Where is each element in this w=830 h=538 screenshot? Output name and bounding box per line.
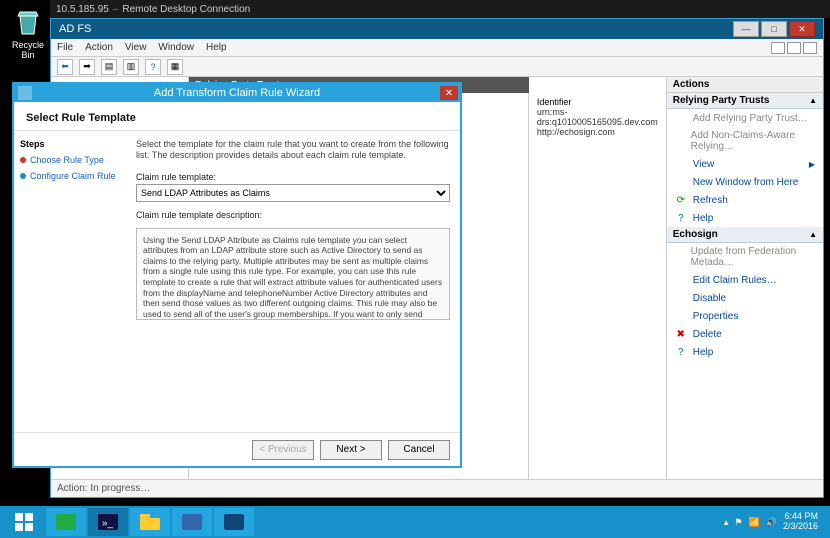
action-add-nc[interactable]: Add Non-Claims-Aware Relying… [667, 127, 823, 155]
status-text: Action: In progress… [57, 483, 150, 494]
tray-flag-icon[interactable]: ⚑ [734, 517, 742, 528]
step-configure-claim-rule[interactable]: Configure Claim Rule [20, 171, 120, 181]
action-delete[interactable]: ✖Delete [667, 325, 823, 343]
cancel-button[interactable]: Cancel [388, 440, 450, 460]
refresh-icon: ⟳ [675, 194, 687, 206]
action-edit-claims[interactable]: Edit Claim Rules… [667, 271, 823, 289]
menu-help[interactable]: Help [206, 42, 227, 53]
action-help-2[interactable]: ?Help [667, 343, 823, 361]
wizard-titlebar[interactable]: Add Transform Claim Rule Wizard ✕ [14, 84, 460, 102]
step-choose-rule-type[interactable]: Choose Rule Type [20, 155, 120, 165]
recycle-bin[interactable]: Recycle Bin [6, 6, 50, 60]
tray-sound-icon[interactable]: 🔊 [766, 517, 777, 528]
template-label: Claim rule template: [136, 172, 450, 182]
svg-text:»_: »_ [102, 518, 114, 529]
menu-view[interactable]: View [125, 42, 147, 53]
nav-back-button[interactable]: ⬅ [57, 59, 73, 75]
mdi-min-button[interactable] [771, 42, 785, 54]
task-explorer[interactable] [130, 508, 170, 536]
toolbar-help-button[interactable]: ? [145, 59, 161, 75]
identifier-value-1: urn:ms-drs:q1010005165095.dev.com [537, 107, 658, 127]
actions-header: Actions [667, 77, 823, 93]
system-tray[interactable]: ▴ ⚑ 📶 🔊 6:44 PM 2/3/2016 [724, 512, 826, 532]
action-refresh[interactable]: ⟳Refresh [667, 191, 823, 209]
next-button[interactable]: Next > [320, 440, 382, 460]
wizard-icon [18, 86, 32, 100]
claim-rule-wizard: Add Transform Claim Rule Wizard ✕ Select… [12, 82, 462, 468]
toolbar-button-2[interactable]: ▥ [123, 59, 139, 75]
template-select[interactable]: Send LDAP Attributes as Claims [136, 184, 450, 202]
step-pending-icon [20, 173, 26, 179]
start-button[interactable] [4, 508, 44, 536]
actions-section-echosign[interactable]: Echosign▲ [667, 227, 823, 243]
recycle-bin-icon [12, 6, 44, 38]
mdi-close-button[interactable] [803, 42, 817, 54]
collapse-icon: ▲ [809, 96, 817, 105]
chevron-right-icon: ▶ [809, 160, 815, 169]
wizard-steps: Steps Choose Rule Type Configure Claim R… [14, 131, 126, 432]
mdi-restore-button[interactable] [787, 42, 801, 54]
wizard-close-button[interactable]: ✕ [440, 86, 458, 100]
collapse-icon: ▲ [809, 230, 817, 239]
close-button[interactable]: ✕ [789, 21, 815, 37]
desc-label: Claim rule template description: [136, 210, 450, 220]
tray-up-icon[interactable]: ▴ [724, 517, 729, 528]
template-description: Using the Send LDAP Attribute as Claims … [136, 228, 450, 320]
task-server-manager[interactable] [46, 508, 86, 536]
menubar: File Action View Window Help [51, 39, 823, 57]
task-powershell[interactable]: »_ [88, 508, 128, 536]
taskbar: »_ ▴ ⚑ 📶 🔊 6:44 PM 2/3/2016 [0, 506, 830, 538]
menu-action[interactable]: Action [85, 42, 113, 53]
step-active-icon [20, 157, 26, 163]
toolbar-button-3[interactable]: ▦ [167, 59, 183, 75]
action-help[interactable]: ?Help [667, 209, 823, 227]
wizard-title-text: Add Transform Claim Rule Wizard [154, 87, 320, 99]
identifier-value-2: http://echosign.com [537, 127, 658, 137]
previous-button: < Previous [252, 440, 314, 460]
task-app-1[interactable] [172, 508, 212, 536]
adfs-title-text: AD FS [59, 23, 91, 35]
wizard-intro: Select the template for the claim rule t… [136, 139, 450, 162]
minimize-button[interactable]: — [733, 21, 759, 37]
actions-section-rpt[interactable]: Relying Party Trusts▲ [667, 93, 823, 109]
action-view[interactable]: View▶ [667, 155, 823, 173]
menu-file[interactable]: File [57, 42, 73, 53]
nav-fwd-button[interactable]: ➡ [79, 59, 95, 75]
menu-window[interactable]: Window [158, 42, 194, 53]
help-icon: ? [675, 346, 687, 358]
toolbar: ⬅ ➡ ▤ ▥ ? ▦ [51, 57, 823, 77]
recycle-bin-label: Recycle Bin [6, 40, 50, 60]
identifier-label: Identifier [537, 97, 658, 107]
delete-icon: ✖ [675, 328, 687, 340]
action-new-window[interactable]: New Window from Here [667, 173, 823, 191]
help-icon: ? [675, 212, 687, 224]
action-properties[interactable]: Properties [667, 307, 823, 325]
action-add-rp[interactable]: Add Relying Party Trust… [667, 109, 823, 127]
adfs-titlebar[interactable]: AD FS — □ ✕ [51, 19, 823, 39]
rdc-titlebar: 10.5.185.95 – Remote Desktop Connection [50, 0, 830, 18]
clock-date: 2/3/2016 [783, 522, 818, 532]
steps-header: Steps [20, 139, 120, 149]
actions-pane: Actions Relying Party Trusts▲ Add Relyin… [666, 77, 823, 479]
rdc-label: Remote Desktop Connection [122, 4, 250, 15]
toolbar-button-1[interactable]: ▤ [101, 59, 117, 75]
action-update-fed[interactable]: Update from Federation Metada… [667, 243, 823, 271]
action-disable[interactable]: Disable [667, 289, 823, 307]
clock[interactable]: 6:44 PM 2/3/2016 [783, 512, 818, 532]
task-app-2[interactable] [214, 508, 254, 536]
wizard-heading: Select Rule Template [14, 102, 460, 130]
statusbar: Action: In progress… [51, 479, 823, 497]
rp-details: Identifier urn:ms-drs:q1010005165095.dev… [529, 93, 666, 479]
maximize-button[interactable]: □ [761, 21, 787, 37]
tray-network-icon[interactable]: 📶 [749, 517, 760, 528]
rdc-ip: 10.5.185.95 [56, 4, 109, 15]
